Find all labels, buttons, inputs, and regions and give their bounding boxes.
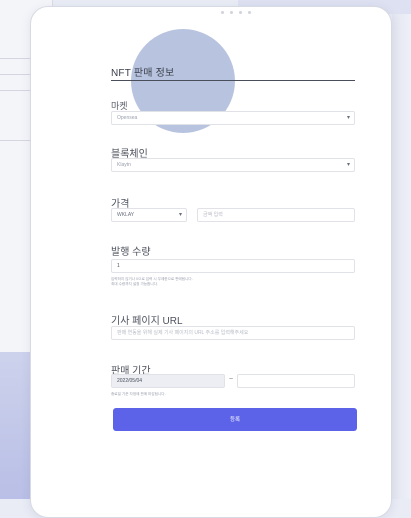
chevron-down-icon: ▾ (346, 162, 350, 168)
end-date-input[interactable] (237, 374, 355, 388)
market-select-value: Opensea (117, 115, 138, 121)
currency-select[interactable]: WKLAY ▾ (111, 208, 187, 222)
submit-button[interactable]: 등록 (113, 408, 357, 431)
supply-input[interactable]: 1 (111, 259, 355, 273)
blockchain-select[interactable]: Klaytn ▾ (111, 158, 355, 172)
article-url-input[interactable]: 판매 연동을 위해 실제 기사 페이지의 URL 주소를 입력해주세요 (111, 326, 355, 340)
market-select[interactable]: Opensea ▾ (111, 111, 355, 125)
supply-label: 발행 수량 (111, 247, 151, 258)
date-range-separator: ~ (229, 376, 234, 383)
supply-help-text: 최대 수량까지 설정 가능합니다. (111, 282, 158, 286)
device-sensor-bar (206, 7, 266, 17)
tablet-device-frame: NFT 판매 정보 마켓 Opensea ▾ 블록체인 Klaytn ▾ 가격 … (30, 6, 392, 518)
background-right-strip (392, 14, 411, 499)
currency-select-value: WKLAY (117, 212, 135, 218)
page-title: NFT 판매 정보 (111, 68, 175, 79)
blockchain-select-value: Klaytn (117, 162, 131, 168)
chevron-down-icon: ▾ (178, 212, 182, 218)
article-url-label: 기사 페이지 URL (111, 316, 183, 327)
sale-period-help-text: 종료일 기준 자정에 판매 마감됩니다. (111, 392, 166, 396)
chevron-down-icon: ▾ (346, 115, 350, 121)
title-divider (111, 80, 355, 81)
start-date-input[interactable]: 2022/05/04 (111, 374, 225, 388)
price-input[interactable]: 금액 입력 (197, 208, 355, 222)
